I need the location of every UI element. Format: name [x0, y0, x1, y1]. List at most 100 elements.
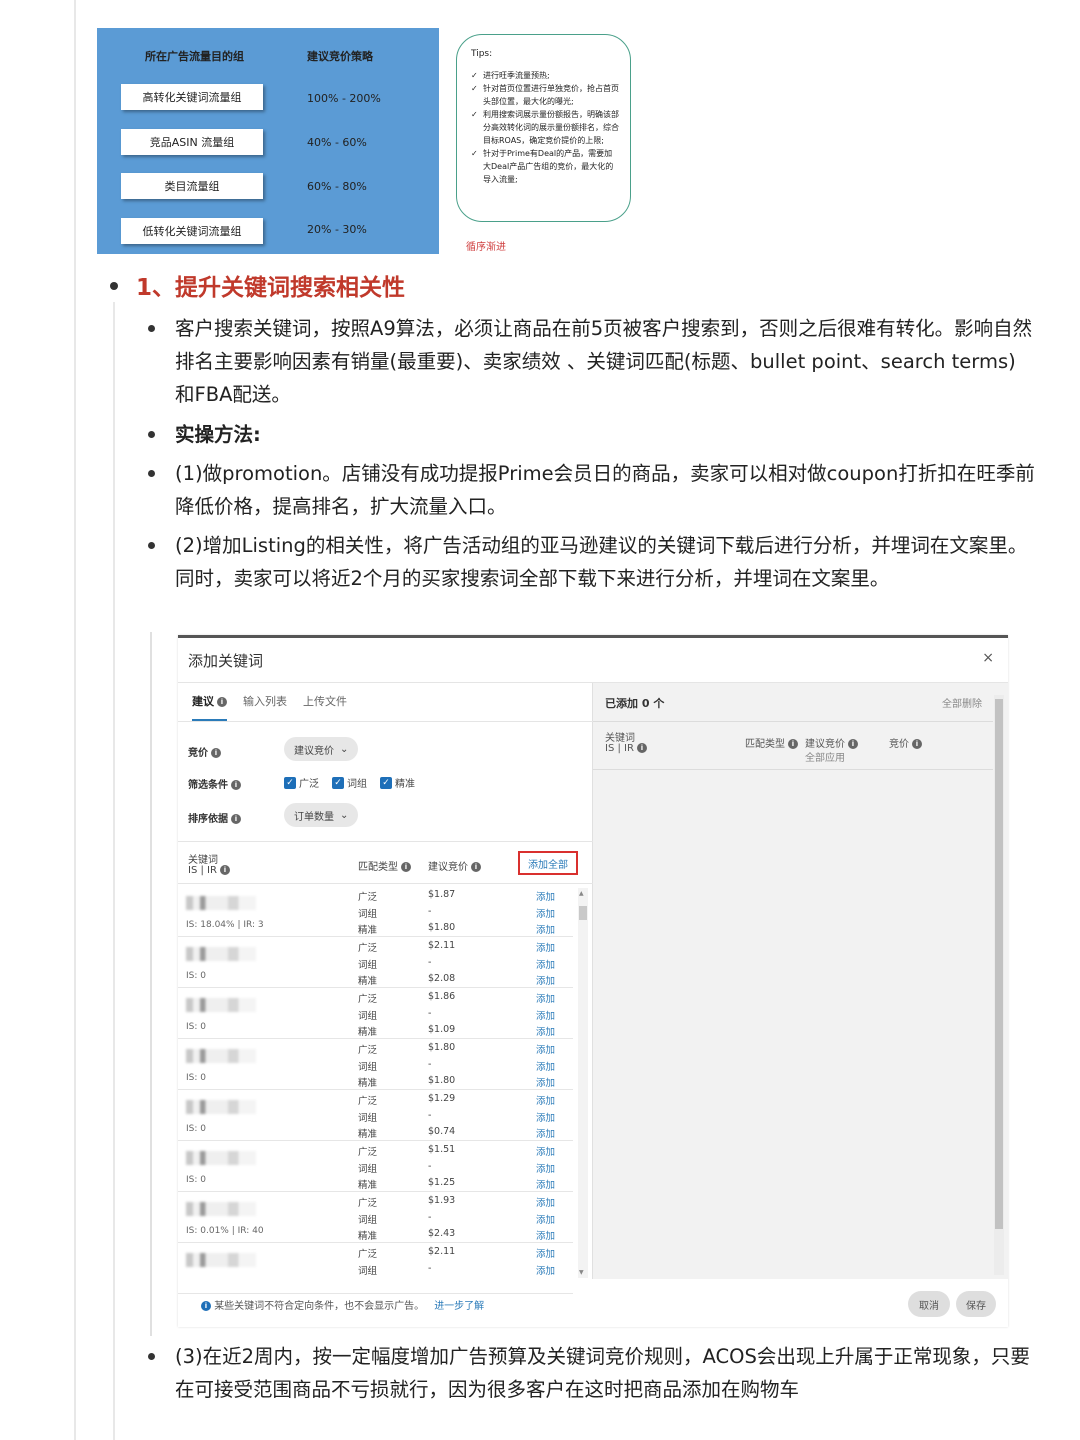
checkmark-icon: ✓: [332, 776, 344, 789]
chevron-down-icon: ⌄: [340, 743, 349, 755]
delete-all-button[interactable]: 全部删除: [942, 695, 982, 710]
col-is-ir: IS | IR i: [605, 743, 647, 754]
add-keyword-link[interactable]: 添加: [536, 1042, 555, 1056]
add-keyword-link[interactable]: 添加: [536, 1144, 555, 1158]
filter-option-label: 词组: [347, 779, 367, 790]
suggested-bid-value: $2.08: [428, 973, 456, 984]
apply-all-link[interactable]: 全部应用: [805, 749, 845, 764]
heading-bullet: [110, 282, 118, 290]
suggested-bid-value: $1.80: [428, 922, 456, 933]
info-icon: i: [401, 862, 411, 872]
filter-label-text: 筛选条件: [188, 780, 228, 791]
paragraph-listing: (2)增加Listing的相关性，将广告活动组的亚马逊建议的关键词下载后进行分析…: [175, 534, 1028, 590]
add-keyword-link[interactable]: 添加: [536, 1195, 555, 1209]
add-keyword-link[interactable]: 添加: [536, 940, 555, 954]
checkmark-icon: ✓: [380, 776, 392, 789]
bid-select[interactable]: 建议竞价 ⌄: [284, 737, 359, 761]
col-is-ir-label: IS | IR: [188, 865, 217, 876]
paragraph-method-title: 实操方法:: [175, 423, 261, 446]
add-keyword-link[interactable]: 添加: [536, 922, 555, 936]
filter-option-label: 精准: [395, 779, 415, 790]
group-header: 所在广告流量目的组: [145, 50, 244, 63]
add-keyword-link[interactable]: 添加: [536, 1008, 555, 1022]
add-keyword-link[interactable]: 添加: [536, 1110, 555, 1124]
add-keyword-link[interactable]: 添加: [536, 991, 555, 1005]
info-icon: i: [636, 743, 647, 753]
match-type: 广泛: [358, 943, 378, 954]
add-keyword-link[interactable]: 添加: [536, 1075, 555, 1089]
is-ir-value: IS: 0: [186, 1022, 206, 1032]
tab-suggestions[interactable]: 建议 i: [192, 693, 227, 721]
add-keyword-link[interactable]: 添加: [536, 1228, 555, 1242]
add-keyword-link[interactable]: 添加: [536, 906, 555, 920]
scroll-thumb[interactable]: [995, 699, 1003, 1229]
scrollbar[interactable]: ▲ ▼: [578, 888, 588, 1278]
is-ir-value: IS: 0: [186, 1175, 206, 1185]
cancel-button[interactable]: 取消: [908, 1291, 950, 1317]
suggested-bid-value: $2.43: [428, 1228, 456, 1239]
divider: [178, 883, 593, 884]
filter-broad-checkbox[interactable]: ✓ 广泛: [284, 775, 319, 790]
add-keyword-link[interactable]: 添加: [536, 1059, 555, 1073]
match-type: 广泛: [358, 1096, 378, 1107]
is-ir-value: IS: 0: [186, 971, 206, 981]
bid-range: 40% - 60%: [307, 136, 367, 149]
add-keyword-link[interactable]: 添加: [536, 957, 555, 971]
tab-input-list[interactable]: 输入列表: [243, 693, 287, 721]
col-is-ir: IS | IR i: [188, 865, 230, 876]
scroll-thumb[interactable]: [579, 906, 587, 920]
add-keyword-link[interactable]: 添加: [536, 973, 555, 987]
bid-strategy-graphic: 所在广告流量目的组 建议竞价策略 高转化关键词流量组 100% - 200% 竞…: [97, 28, 439, 254]
col-suggested-bid-label: 建议竞价: [428, 862, 468, 873]
divider: [593, 721, 993, 722]
sort-select[interactable]: 订单数量 ⌄: [284, 803, 359, 827]
suggested-bid-value: $1.86: [428, 991, 456, 1002]
suggested-bid-value: -: [428, 1211, 432, 1223]
suggested-bid-value: $1.80: [428, 1075, 456, 1086]
col-suggested-bid: 建议竞价 i: [805, 735, 858, 750]
add-keyword-link[interactable]: 添加: [536, 1177, 555, 1191]
filter-exact-checkbox[interactable]: ✓ 精准: [380, 775, 415, 790]
tip-item: 利用搜索词展示量份额报告，明确该部分高效转化词的展示量份额排名，综合目标ROAS…: [471, 108, 620, 147]
add-keywords-dialog-screenshot: 添加关键词 × 建议 i 输入列表 上传文件 竞价 i 建议竞价 ⌄ 筛选条件 i ✓ 广…: [178, 635, 1008, 1327]
list-bullet: [148, 325, 155, 332]
match-type: 词组: [358, 1112, 378, 1124]
suggested-bid-value: $2.11: [428, 940, 456, 951]
suggested-bid-value: -: [428, 1058, 432, 1070]
save-button[interactable]: 保存: [956, 1291, 996, 1317]
col-match-label: 匹配类型: [745, 739, 785, 750]
info-icon: i: [788, 739, 798, 749]
list-bullet: [148, 1353, 155, 1360]
footer-note: i 某些关键词不符合定向条件，也不会显示广告。 进一步了解: [198, 1297, 484, 1312]
add-keyword-link[interactable]: 添加: [536, 1126, 555, 1140]
col-bid: 竞价 i: [889, 735, 922, 750]
col-match-type: 匹配类型 i: [358, 858, 411, 873]
info-icon: i: [217, 697, 227, 707]
sort-select-value: 订单数量: [294, 811, 334, 823]
add-keyword-link[interactable]: 添加: [536, 1093, 555, 1107]
add-keyword-link[interactable]: 添加: [536, 1024, 555, 1038]
add-keyword-link[interactable]: 添加: [536, 1246, 555, 1260]
add-keyword-link[interactable]: 添加: [536, 1212, 555, 1226]
add-all-button[interactable]: 添加全部: [518, 851, 578, 875]
scrollbar[interactable]: [994, 695, 1004, 1275]
filter-label: 筛选条件 i: [188, 776, 241, 791]
add-keyword-link[interactable]: 添加: [536, 1263, 555, 1277]
close-icon[interactable]: ×: [982, 650, 994, 666]
learn-more-link[interactable]: 进一步了解: [434, 1301, 484, 1312]
tab-upload-file[interactable]: 上传文件: [303, 693, 347, 721]
redacted-keyword: [186, 896, 256, 910]
tip-item: 进行旺季流量预热;: [471, 69, 620, 82]
is-ir-value: IS: 0: [186, 1124, 206, 1134]
add-keyword-link[interactable]: 添加: [536, 1161, 555, 1175]
match-type: 精准: [358, 1180, 378, 1191]
filter-phrase-checkbox[interactable]: ✓ 词组: [332, 775, 367, 790]
match-type: 词组: [358, 908, 378, 920]
add-keyword-link[interactable]: 添加: [536, 889, 555, 903]
traffic-group-box: 竞品ASIN 流量组: [121, 129, 263, 155]
match-type: 精准: [358, 1078, 378, 1089]
suggested-bid-value: $1.51: [428, 1144, 456, 1155]
keyword-row: IS: 0 广泛 $1.86 添加 词组 - 添加 精准 $1.09 添加: [178, 988, 573, 1039]
info-icon: i: [219, 865, 230, 875]
redacted-keyword: [186, 1049, 256, 1063]
